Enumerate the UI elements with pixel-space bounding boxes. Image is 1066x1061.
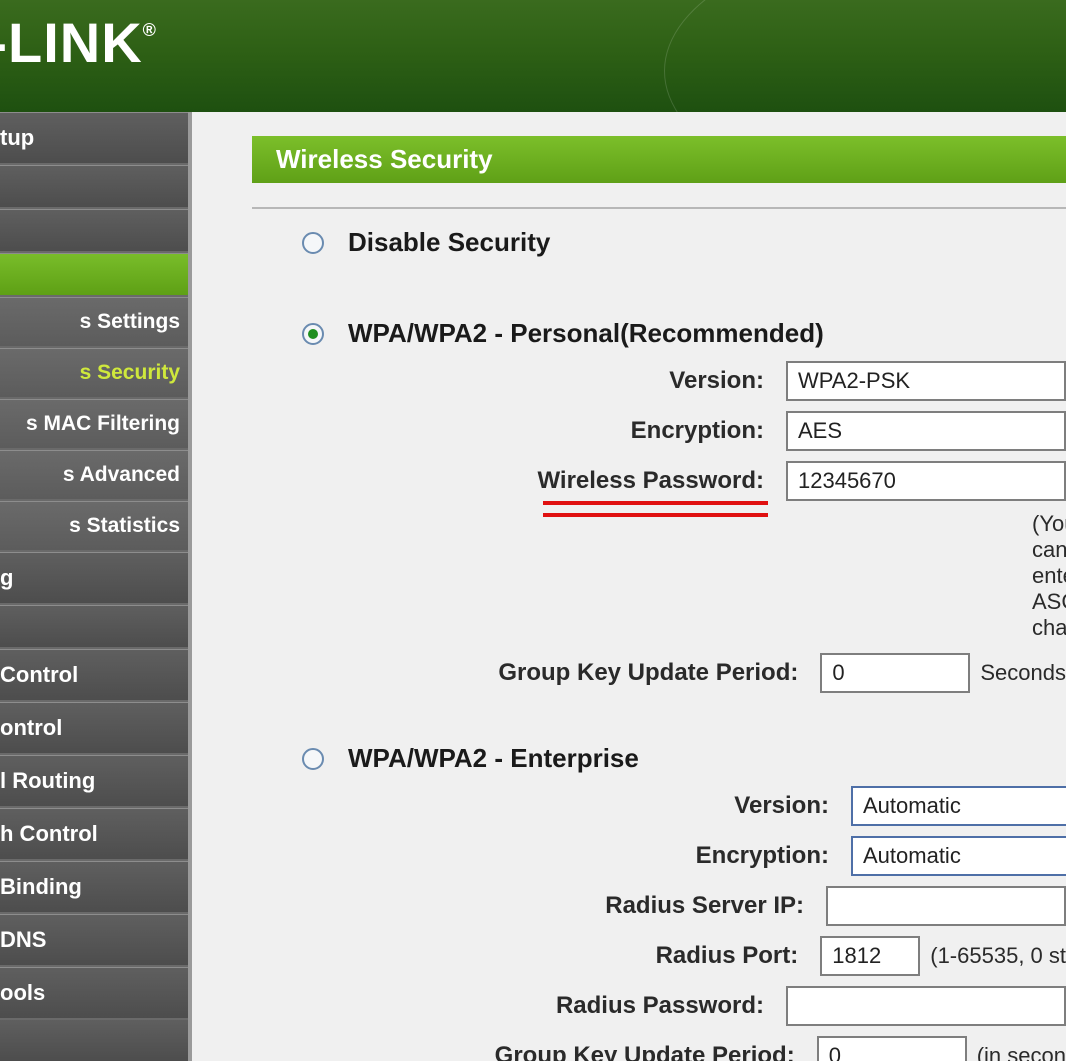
content-panel: Wireless Security Disable Security WPA/W… [192,112,1066,1061]
label-radius-pass: Radius Password: [372,992,786,1020]
personal-gkup-input[interactable] [820,653,970,693]
wireless-password-input[interactable] [786,461,1066,501]
ent-gkup-hint: (in secon [977,1043,1066,1061]
enterprise-encryption-value[interactable] [853,838,1066,874]
enterprise-encryption-select[interactable] [851,836,1066,876]
option-label: Disable Security [348,227,550,258]
label-ent-gkup: Group Key Update Period: [372,1042,817,1061]
option-disable-security[interactable]: Disable Security [302,227,1066,258]
radius-password-input[interactable] [786,986,1066,1026]
sidebar-item-wireless-group[interactable] [0,253,188,297]
radio-wpa-personal[interactable] [302,323,324,345]
radius-port-input[interactable] [820,936,920,976]
sidebar-sub-settings[interactable]: s Settings [0,297,188,348]
divider [252,207,1066,209]
enterprise-gkup-input[interactable] [817,1036,967,1061]
page-title: Wireless Security [252,136,1066,183]
sidebar-item-h-control[interactable]: h Control [0,808,188,861]
label-ent-encryption: Encryption: [372,842,851,870]
sidebar-sub-mac-filtering[interactable]: s MAC Filtering [0,399,188,450]
registered-mark: ® [143,20,157,40]
gkup-unit: Seconds [980,660,1066,686]
label-wireless-password: Wireless Password: [372,467,786,495]
sidebar-item-ontrol[interactable]: ontrol [0,702,188,755]
option-wpa-personal[interactable]: WPA/WPA2 - Personal(Recommended) [302,318,1066,349]
sidebar-item-g[interactable]: g [0,552,188,605]
radius-port-hint: (1-65535, 0 st [930,943,1066,969]
sidebar-filler [0,1020,188,1061]
personal-encryption-select[interactable] [786,411,1066,451]
radius-ip-input[interactable] [826,886,1066,926]
option-label: WPA/WPA2 - Personal(Recommended) [348,318,824,349]
brand-logo-text: P-LINK [0,11,143,74]
radio-wpa-enterprise[interactable] [302,748,324,770]
header-banner: P-LINK® [0,0,1066,112]
sidebar-sub-statistics[interactable]: s Statistics [0,501,188,552]
radio-disable-security[interactable] [302,232,324,254]
sidebar-item-dns[interactable]: DNS [0,914,188,967]
label-radius-port: Radius Port: [372,942,820,970]
sidebar-nav: tup s Settings s Security s MAC Filterin… [0,112,192,1061]
enterprise-version-select[interactable] [851,786,1066,826]
brand-logo: P-LINK® [0,10,157,75]
sidebar-item-routing[interactable]: l Routing [0,755,188,808]
sidebar-spacer[interactable] [0,605,188,649]
sidebar-item-binding[interactable]: Binding [0,861,188,914]
personal-version-select[interactable] [786,361,1066,401]
sidebar-item-tools[interactable]: ools [0,967,188,1020]
label-ent-version: Version: [372,792,851,820]
label-encryption: Encryption: [372,417,786,445]
sidebar-spacer[interactable] [0,165,188,209]
label-version: Version: [372,367,786,395]
sidebar-spacer[interactable] [0,209,188,253]
password-hint: (You can enter ASCII cha [1032,511,1066,641]
option-label: WPA/WPA2 - Enterprise [348,743,639,774]
sidebar-item-setup[interactable]: tup [0,112,188,165]
label-radius-ip: Radius Server IP: [372,892,826,920]
sidebar-sub-advanced[interactable]: s Advanced [0,450,188,501]
sidebar-sub-security[interactable]: s Security [0,348,188,399]
label-gkup: Group Key Update Period: [372,659,820,687]
option-wpa-enterprise[interactable]: WPA/WPA2 - Enterprise [302,743,1066,774]
enterprise-version-value[interactable] [853,788,1066,824]
sidebar-item-control[interactable]: Control [0,649,188,702]
